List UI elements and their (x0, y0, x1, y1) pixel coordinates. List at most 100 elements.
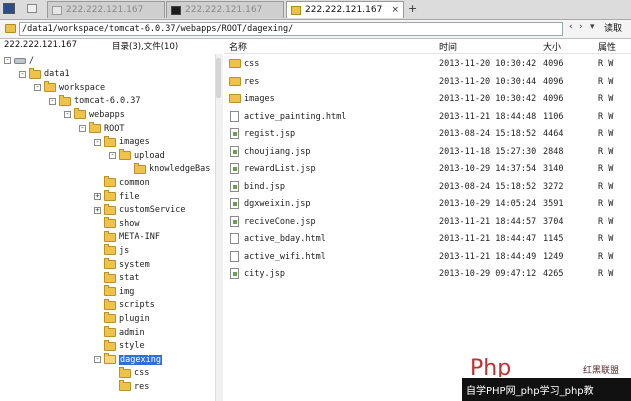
tree-scrollbar-thumb[interactable] (216, 58, 221, 98)
file-icon (230, 268, 239, 279)
file-row[interactable]: images 2013-11-20 10:30:42 4096 R W (224, 91, 631, 107)
tree-node[interactable]: - tomcat-6.0.37 (49, 94, 141, 108)
collapse-icon[interactable]: - (4, 57, 11, 64)
file-row[interactable]: css 2013-11-20 10:30:42 4096 R W (224, 56, 631, 72)
file-time: 2013-11-18 15:27:30 (439, 146, 537, 157)
file-row[interactable]: reciveCone.jsp 2013-11-21 18:44:57 3704 R W (224, 214, 631, 230)
folder-icon (229, 94, 241, 103)
file-icon (230, 110, 239, 122)
tree-node[interactable]: META-INF (94, 230, 160, 244)
file-row[interactable]: active_painting.html 2013-11-21 18:44:48 1… (224, 109, 631, 125)
collapse-icon[interactable]: - (79, 125, 86, 132)
tree-node[interactable]: admin (94, 326, 145, 339)
file-name: reciveCone.jsp (244, 216, 316, 227)
collapse-icon[interactable]: - (109, 152, 116, 160)
folder-icon (229, 59, 241, 68)
tree-node[interactable]: knowledgeBas (124, 162, 210, 176)
tree-node[interactable]: css (109, 366, 150, 380)
tree-scrollbar[interactable] (215, 54, 223, 401)
expand-icon[interactable]: + (94, 193, 101, 200)
collapse-icon[interactable]: - (64, 111, 71, 119)
tree-node[interactable]: - images (94, 135, 150, 149)
column-header-name[interactable]: 名称 (229, 40, 247, 53)
read-button[interactable]: 读取 (604, 22, 631, 36)
drive-icon (14, 57, 26, 64)
file-row[interactable]: active_bday.html 2013-11-21 18:44:47 1145 R… (224, 231, 631, 247)
tree-node-label: tomcat-6.0.37 (74, 96, 141, 107)
tree-node[interactable]: plugin (94, 312, 150, 325)
tree-node[interactable]: stat (94, 271, 139, 285)
tree-node[interactable]: system (94, 258, 150, 271)
tree-node-label: upload (134, 150, 165, 161)
tree-node[interactable]: common (94, 176, 150, 189)
file-row[interactable]: active_wifi.html 2013-11-21 18:44:49 1249 R… (224, 249, 631, 265)
folder-icon (229, 76, 241, 86)
close-tab-icon[interactable]: × (391, 5, 399, 15)
expand-icon[interactable]: + (94, 206, 101, 214)
file-row[interactable]: rewardList.jsp 2013-10-29 14:37:54 3140 R W (224, 161, 631, 177)
folder-icon (104, 353, 116, 365)
tree-node[interactable]: js (94, 244, 129, 257)
tree-node-label: img (119, 286, 135, 297)
add-tab-button[interactable]: + (408, 2, 417, 15)
tree-node[interactable]: img (94, 285, 134, 298)
column-header-attr[interactable]: 属性 (598, 40, 616, 53)
file-size: 4096 (543, 76, 564, 87)
file-attr: R W (598, 146, 614, 157)
collapse-icon[interactable]: - (34, 84, 41, 92)
folder-icon (134, 162, 146, 174)
tree-node[interactable]: style (94, 339, 145, 353)
tree-node[interactable]: - data1 (19, 67, 70, 81)
restore-icon[interactable] (27, 4, 37, 13)
file-row[interactable]: dgxweixin.jsp 2013-10-29 14:05:24 3591 R W (224, 196, 631, 212)
tree-node[interactable]: - workspace (34, 81, 105, 94)
folder-icon (5, 24, 16, 33)
tree-node-label: images (119, 137, 150, 148)
file-name: res (244, 76, 260, 87)
tab-file-manager[interactable]: 222.222.121.167 × (286, 1, 404, 18)
nav-next-button[interactable]: › (579, 22, 583, 32)
file-row[interactable]: regist.jsp 2013-08-24 15:18:52 4464 R W (224, 126, 631, 142)
file-row[interactable]: choujiang.jsp 2013-11-18 15:27:30 2848 R W (224, 144, 631, 160)
path-input[interactable]: /data1/workspace/tomcat-6.0.37/webapps/R… (19, 22, 563, 36)
tree-node[interactable]: - webapps (64, 108, 125, 121)
tree-node[interactable]: res (109, 380, 149, 393)
file-time: 2013-10-29 09:47:12 (439, 269, 537, 279)
path-dropdown-icon[interactable]: ▾ (590, 22, 595, 32)
column-header-time[interactable]: 时间 (439, 40, 457, 53)
tree-node-label: js (119, 245, 130, 256)
file-icon (230, 180, 239, 192)
column-header-size[interactable]: 大小 (543, 40, 561, 53)
tab-label: 222.222.121.167 (66, 5, 144, 15)
tree-node[interactable]: show (94, 217, 139, 230)
directory-tree: - / - data1- workspace - tomcat-6.0.37- webapps… (0, 54, 214, 401)
collapse-icon[interactable]: - (49, 97, 56, 105)
tree-node[interactable]: scripts (94, 298, 155, 312)
file-size: 4265 (543, 269, 564, 279)
file-row[interactable]: res 2013-11-20 10:30:44 4096 R W (224, 74, 631, 90)
file-size: 4464 (543, 129, 564, 139)
tab-terminal[interactable]: 222.222.121.167 (166, 1, 284, 18)
tree-node[interactable]: - / (4, 54, 34, 67)
tree-node[interactable]: + file (94, 190, 139, 203)
tree-node[interactable]: - dagexing (94, 353, 162, 366)
tree-node[interactable]: - ROOT (79, 122, 124, 135)
tree-node[interactable]: + customService (94, 203, 186, 217)
folder-icon (104, 176, 116, 188)
file-row[interactable]: city.jsp 2013-10-29 09:47:12 4265 R W (224, 266, 631, 282)
collapse-icon[interactable]: - (94, 356, 101, 364)
file-icon (230, 233, 239, 244)
watermark-logo: Php (470, 356, 511, 377)
collapse-icon[interactable]: - (19, 70, 26, 78)
folder-icon (59, 94, 71, 106)
file-row[interactable]: bind.jsp 2013-08-24 15:18:52 3272 R W (224, 179, 631, 195)
collapse-icon[interactable]: - (94, 138, 101, 146)
nav-prev-button[interactable]: ‹ (569, 22, 573, 32)
tab-monitor[interactable]: 222.222.121.167 (47, 1, 165, 18)
file-attr: R W (598, 76, 614, 87)
tree-node[interactable]: - upload (109, 149, 165, 162)
tree-node-label: css (134, 368, 150, 379)
window-menu-icon[interactable] (3, 3, 15, 14)
